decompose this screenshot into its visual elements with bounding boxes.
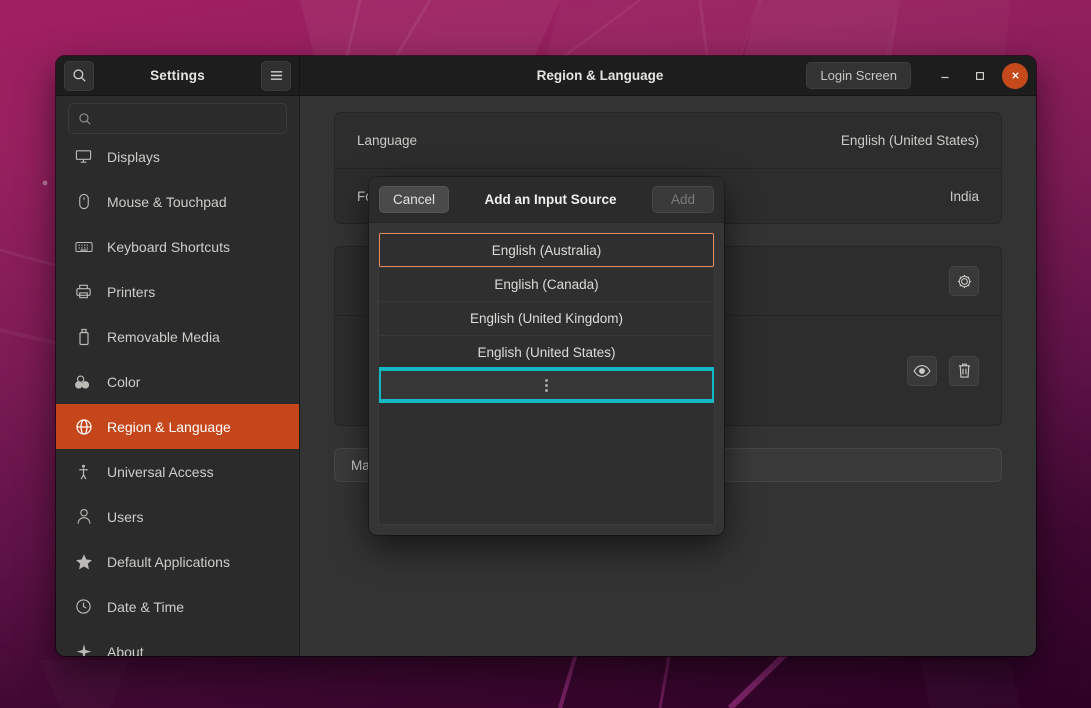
usb-drive-icon [74,327,93,346]
sidebar-item-universal-access[interactable]: Universal Access [56,449,299,494]
list-item-label: English (United States) [477,345,615,360]
sidebar-item-default-applications[interactable]: Default Applications [56,539,299,584]
titlebar-right-section: Region & Language Login Screen [300,56,1036,95]
app-title: Settings [94,68,261,83]
sidebar-item-users[interactable]: Users [56,494,299,539]
list-item[interactable]: English (United Kingdom) [379,301,714,335]
person-icon [74,507,93,526]
list-item-label: English (Australia) [492,243,602,258]
trash-icon[interactable] [949,356,979,386]
sparkle-icon [74,642,93,656]
sidebar-item-label: Keyboard Shortcuts [107,239,230,255]
input-source-actions [907,356,979,386]
sidebar-item-about[interactable]: About [56,629,299,656]
add-button[interactable]: Add [652,186,714,213]
sidebar-item-mouse-touchpad[interactable]: Mouse & Touchpad [56,179,299,224]
row-label: Language [357,133,417,148]
settings-sidebar: Displays Mouse & Touchpad [56,96,300,656]
sidebar-item-label: Color [107,374,140,390]
clock-icon [74,597,93,616]
list-item-label: English (United Kingdom) [470,311,623,326]
desktop-wallpaper: Settings Region & Language Login Screen [0,0,1091,708]
maximize-button[interactable] [967,63,993,89]
sidebar-item-label: Mouse & Touchpad [107,194,227,210]
row-language[interactable]: Language English (United States) [335,113,1001,168]
sidebar-item-label: Universal Access [107,464,214,480]
keyboard-icon [74,237,93,256]
sidebar-item-color[interactable]: Color [56,359,299,404]
accessibility-icon [74,462,93,481]
sidebar-item-region-language[interactable]: Region & Language [56,404,299,449]
more-input-sources-row[interactable] [380,370,713,400]
titlebar-left-section: Settings [56,56,300,95]
sidebar-item-keyboard-shortcuts[interactable]: Keyboard Shortcuts [56,224,299,269]
sidebar-item-label: Printers [107,284,155,300]
sidebar-search-container [56,96,299,140]
eye-icon[interactable] [907,356,937,386]
close-button[interactable] [1002,63,1028,89]
star-icon [74,552,93,571]
window-titlebar: Settings Region & Language Login Screen [56,56,1036,96]
input-source-list[interactable]: English (Australia) English (Canada) Eng… [378,232,715,525]
sidebar-item-date-time[interactable]: Date & Time [56,584,299,629]
dialog-header: Cancel Add an Input Source Add [369,177,724,223]
cancel-button[interactable]: Cancel [379,186,449,213]
row-value: India [950,189,979,204]
login-screen-button[interactable]: Login Screen [806,62,911,89]
sidebar-item-label: Users [107,509,144,525]
sidebar-item-label: About [107,644,144,657]
sidebar-item-label: Displays [107,149,160,165]
sidebar-item-printers[interactable]: Printers [56,269,299,314]
search-icon[interactable] [64,61,94,91]
gear-icon[interactable] [949,266,979,296]
list-item[interactable]: English (United States) [379,335,714,369]
minimize-button[interactable] [932,63,958,89]
hamburger-menu-icon[interactable] [261,61,291,91]
row-value: English (United States) [841,133,979,148]
list-item-label: English (Canada) [494,277,598,292]
dialog-title: Add an Input Source [484,192,616,207]
add-input-source-dialog: Cancel Add an Input Source Add English (… [369,177,724,535]
search-icon [78,112,92,126]
sidebar-item-removable-media[interactable]: Removable Media [56,314,299,359]
sidebar-item-label: Removable Media [107,329,220,345]
sidebar-nav-list: Displays Mouse & Touchpad [56,96,299,656]
list-item[interactable]: English (Australia) [379,233,714,267]
search-input[interactable] [68,103,287,134]
globe-icon [74,417,93,436]
list-item[interactable]: English (Canada) [379,267,714,301]
sidebar-item-label: Default Applications [107,554,230,570]
color-circles-icon [74,372,93,391]
sidebar-item-label: Date & Time [107,599,184,615]
sidebar-item-label: Region & Language [107,419,231,435]
printer-icon [74,282,93,301]
more-vertical-icon [545,379,548,392]
dialog-body: English (Australia) English (Canada) Eng… [369,223,724,535]
display-icon [74,147,93,166]
mouse-icon [74,192,93,211]
sidebar-item-displays[interactable]: Displays [56,134,299,179]
